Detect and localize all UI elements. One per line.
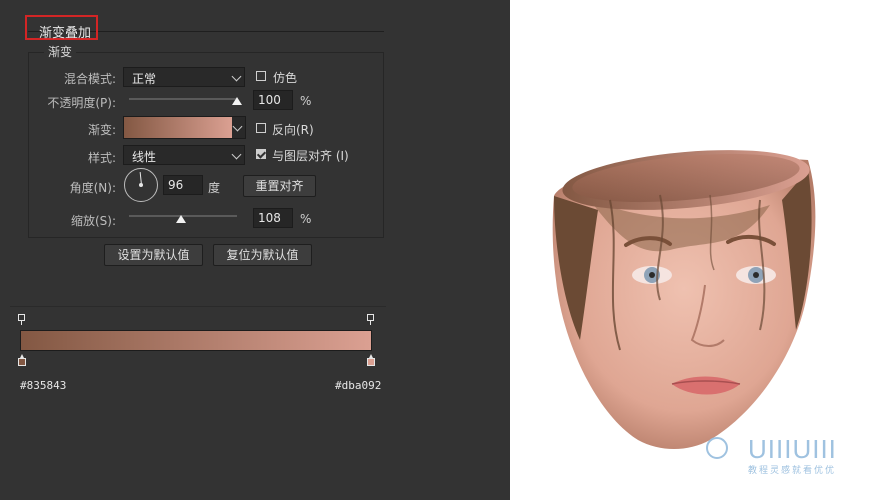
opacity-label: 不透明度(P):: [47, 96, 116, 110]
canvas-preview: UIIIUIII 教程灵感就看优优: [510, 0, 870, 500]
watermark-subtitle: 教程灵感就看优优: [748, 466, 837, 476]
angle-dial[interactable]: [124, 168, 158, 202]
opacity-stop-left[interactable]: [18, 314, 25, 325]
right-stop-hex: #dba092: [335, 379, 382, 392]
set-default-button[interactable]: 设置为默认值: [104, 244, 203, 266]
editor-divider: [10, 306, 386, 307]
dither-checkbox[interactable]: [256, 71, 266, 81]
reverse-label: 反向(R): [272, 123, 314, 137]
opacity-unit: %: [300, 94, 312, 108]
opacity-slider-knob[interactable]: [232, 97, 242, 105]
blend-mode-select[interactable]: 正常: [123, 67, 245, 87]
gradient-label: 渐变:: [87, 123, 116, 137]
section-title: 渐变叠加: [39, 26, 92, 41]
style-label: 样式:: [87, 151, 116, 165]
chevron-down-icon: [231, 149, 242, 160]
reverse-checkbox[interactable]: [256, 123, 266, 133]
angle-dial-center: [139, 183, 143, 187]
scale-unit: %: [300, 212, 312, 226]
gradient-swatch[interactable]: [124, 117, 232, 138]
blend-mode-value: 正常: [132, 72, 157, 86]
reset-default-button[interactable]: 复位为默认值: [213, 244, 312, 266]
watermark-logo: UIIIUIII: [748, 434, 837, 464]
opacity-stop-right[interactable]: [367, 314, 374, 325]
chevron-down-icon: [231, 71, 242, 82]
blend-mode-label: 混合模式:: [63, 72, 116, 86]
style-select[interactable]: 线性: [123, 145, 245, 165]
color-stop-right[interactable]: [367, 354, 375, 366]
color-stop-left[interactable]: [18, 354, 26, 366]
gradient-picker[interactable]: [123, 116, 246, 139]
group-title: 渐变: [44, 43, 77, 60]
chevron-down-icon[interactable]: [232, 121, 243, 132]
dither-label: 仿色: [273, 71, 298, 85]
gradient-editor-bar[interactable]: [20, 330, 372, 351]
reset-alignment-button[interactable]: 重置对齐: [243, 175, 316, 197]
opacity-input[interactable]: 100: [253, 90, 293, 110]
scale-label: 缩放(S):: [70, 214, 116, 228]
face-cutout-image: [552, 150, 816, 449]
align-with-layer-label: 与图层对齐 (I): [272, 149, 349, 163]
angle-label: 角度(N):: [69, 181, 116, 195]
angle-input[interactable]: 96: [163, 175, 203, 195]
align-with-layer-checkbox[interactable]: [256, 149, 266, 159]
bulb-icon: [706, 437, 728, 459]
gradient-overlay-panel: 渐变叠加 渐变 混合模式: 正常 仿色 不透明度(P): 100 % 渐变: 反…: [0, 0, 510, 500]
style-value: 线性: [132, 150, 157, 164]
left-stop-hex: #835843: [20, 379, 67, 392]
opacity-slider-track[interactable]: [129, 98, 237, 100]
scale-input[interactable]: 108: [253, 208, 293, 228]
angle-unit: 度: [208, 181, 221, 195]
scale-slider-knob[interactable]: [175, 215, 186, 223]
